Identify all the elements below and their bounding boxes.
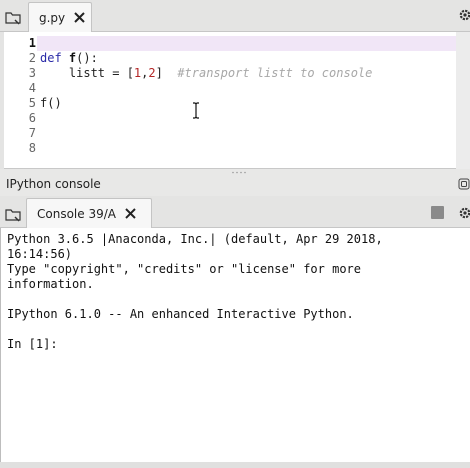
code-editor[interactable]: 1 2 3 4 5 6 7 8 def f(): listt = [1,2] #…	[0, 32, 470, 169]
pane-title: IPython console	[6, 177, 101, 191]
tab-g-py[interactable]: g.py	[28, 2, 92, 32]
status-strip	[0, 462, 470, 468]
console-pane-header: IPython console	[0, 174, 470, 196]
tab-label: Console 39/A	[37, 206, 116, 221]
close-tab-icon[interactable]	[73, 11, 86, 24]
console-prompt[interactable]: In [1]:	[7, 337, 465, 352]
console-line: information.	[7, 277, 94, 291]
keyword-token: def	[40, 51, 62, 65]
code-line[interactable]	[40, 126, 456, 141]
punct-token: ():	[76, 51, 98, 65]
tab-label: g.py	[39, 10, 66, 25]
line-number: 7	[28, 126, 36, 140]
code-line[interactable]: listt = [1,2] #transport listt to consol…	[40, 66, 456, 81]
code-line[interactable]: def f():	[40, 51, 456, 66]
text-cursor-icon	[193, 102, 199, 119]
ipython-console[interactable]: Python 3.6.5 |Anaconda, Inc.| (default, …	[0, 228, 470, 462]
browse-tabs-button[interactable]	[3, 7, 25, 29]
console-line: Python 3.6.5 |Anaconda, Inc.| (default, …	[7, 232, 383, 246]
line-number: 1	[28, 36, 36, 50]
code-area[interactable]: def f(): listt = [1,2] #transport listt …	[37, 36, 456, 156]
line-number: 2	[28, 51, 36, 65]
editor-tab-bar: g.py	[0, 0, 470, 32]
line-number: 8	[28, 141, 36, 155]
punct-token: ]	[155, 66, 163, 80]
editor-scrollbar[interactable]	[456, 32, 470, 169]
tab-console[interactable]: Console 39/A	[26, 198, 152, 228]
line-number: 3	[28, 66, 36, 80]
line-number: 4	[28, 81, 36, 95]
undock-icon[interactable]	[458, 178, 470, 190]
console-line: Type "copyright", "credits" or "license"…	[7, 262, 362, 276]
console-line: 16:14:56)	[7, 247, 73, 261]
folder-browse-icon	[5, 12, 21, 25]
code-line[interactable]	[40, 111, 456, 126]
close-tab-icon[interactable]	[124, 207, 137, 220]
line-number: 6	[28, 111, 36, 125]
code-line[interactable]	[40, 81, 456, 96]
gear-icon[interactable]	[458, 8, 470, 22]
stop-kernel-button[interactable]	[431, 206, 444, 219]
console-line: IPython 6.1.0 -- An enhanced Interactive…	[7, 307, 354, 321]
code-token: f()	[40, 96, 62, 110]
gear-icon[interactable]	[458, 206, 470, 220]
code-line-current[interactable]	[37, 36, 456, 51]
code-token: listt = [	[40, 66, 134, 80]
comment-token: #transport listt to console	[177, 66, 373, 80]
number-token: 2	[148, 66, 156, 80]
browse-tabs-button[interactable]	[3, 204, 25, 226]
code-line[interactable]: f()	[40, 96, 456, 111]
line-number: 5	[28, 96, 36, 110]
console-output: Python 3.6.5 |Anaconda, Inc.| (default, …	[7, 232, 465, 352]
folder-browse-icon	[5, 209, 21, 222]
code-line[interactable]	[40, 141, 456, 156]
line-number-gutter: 1 2 3 4 5 6 7 8	[4, 36, 36, 156]
console-tab-bar: Console 39/A	[0, 196, 470, 228]
